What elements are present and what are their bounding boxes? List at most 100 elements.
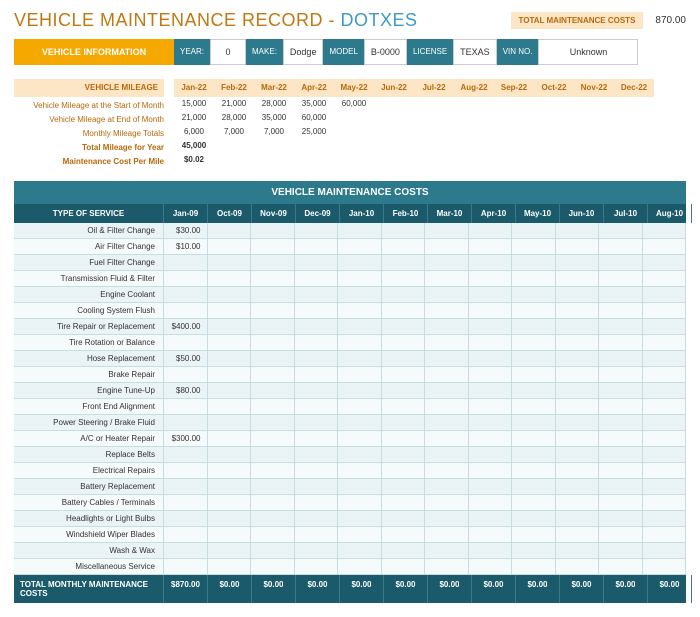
mileage-cell[interactable] [214, 153, 254, 167]
cost-cell[interactable] [425, 431, 469, 446]
cost-cell[interactable] [556, 303, 600, 318]
cost-cell[interactable] [164, 495, 208, 510]
cost-cell[interactable] [425, 335, 469, 350]
cost-cell[interactable] [382, 543, 426, 558]
cost-cell[interactable] [512, 351, 556, 366]
cost-cell[interactable] [208, 239, 252, 254]
mileage-cell[interactable] [454, 97, 494, 111]
mileage-cell[interactable] [534, 97, 574, 111]
cost-cell[interactable] [425, 351, 469, 366]
cost-cell[interactable] [208, 511, 252, 526]
cost-cell[interactable] [643, 559, 687, 574]
cost-cell[interactable] [208, 479, 252, 494]
cost-cell[interactable] [469, 383, 513, 398]
cost-cell[interactable] [295, 527, 339, 542]
cost-cell[interactable] [556, 239, 600, 254]
cost-cell[interactable] [425, 319, 469, 334]
cost-cell[interactable] [251, 479, 295, 494]
cost-cell[interactable] [643, 255, 687, 270]
cost-cell[interactable] [251, 271, 295, 286]
cost-cell[interactable] [164, 559, 208, 574]
cost-cell[interactable] [338, 319, 382, 334]
mileage-cell[interactable]: 21,000 [174, 111, 214, 125]
cost-cell[interactable] [599, 415, 643, 430]
cost-cell[interactable] [295, 351, 339, 366]
cost-cell[interactable] [251, 527, 295, 542]
cost-cell[interactable] [425, 559, 469, 574]
mileage-cell[interactable] [214, 139, 254, 153]
cost-cell[interactable] [208, 287, 252, 302]
cost-cell[interactable] [338, 255, 382, 270]
cost-cell[interactable] [469, 335, 513, 350]
cost-cell[interactable] [599, 431, 643, 446]
mileage-cell[interactable] [494, 111, 534, 125]
cost-cell[interactable] [556, 223, 600, 238]
cost-cell[interactable] [164, 255, 208, 270]
info-field-value[interactable]: Unknown [538, 39, 638, 65]
cost-cell[interactable]: $300.00 [164, 431, 208, 446]
mileage-cell[interactable] [334, 153, 374, 167]
cost-cell[interactable]: $30.00 [164, 223, 208, 238]
cost-cell[interactable] [295, 399, 339, 414]
cost-cell[interactable] [643, 367, 687, 382]
cost-cell[interactable] [643, 351, 687, 366]
cost-cell[interactable] [382, 319, 426, 334]
cost-cell[interactable] [164, 303, 208, 318]
cost-cell[interactable] [295, 495, 339, 510]
cost-cell[interactable] [295, 463, 339, 478]
cost-cell[interactable] [469, 271, 513, 286]
info-field-value[interactable]: Dodge [283, 39, 324, 65]
info-field-value[interactable]: 0 [210, 39, 246, 65]
cost-cell[interactable] [251, 431, 295, 446]
cost-cell[interactable] [251, 399, 295, 414]
cost-cell[interactable] [469, 559, 513, 574]
cost-cell[interactable] [251, 335, 295, 350]
cost-cell[interactable] [599, 303, 643, 318]
cost-cell[interactable] [295, 367, 339, 382]
cost-cell[interactable] [338, 495, 382, 510]
cost-cell[interactable] [338, 399, 382, 414]
cost-cell[interactable] [512, 367, 556, 382]
mileage-cell[interactable] [414, 111, 454, 125]
cost-cell[interactable] [469, 527, 513, 542]
cost-cell[interactable] [512, 383, 556, 398]
cost-cell[interactable] [512, 495, 556, 510]
cost-cell[interactable] [338, 351, 382, 366]
cost-cell[interactable] [599, 319, 643, 334]
cost-cell[interactable] [643, 431, 687, 446]
cost-cell[interactable] [643, 511, 687, 526]
cost-cell[interactable] [208, 527, 252, 542]
cost-cell[interactable] [338, 287, 382, 302]
cost-cell[interactable] [556, 463, 600, 478]
cost-cell[interactable] [643, 239, 687, 254]
cost-cell[interactable] [643, 319, 687, 334]
cost-cell[interactable] [512, 255, 556, 270]
cost-cell[interactable] [556, 367, 600, 382]
cost-cell[interactable] [512, 335, 556, 350]
cost-cell[interactable] [469, 543, 513, 558]
cost-cell[interactable] [643, 479, 687, 494]
cost-cell[interactable] [512, 303, 556, 318]
mileage-cell[interactable] [294, 153, 334, 167]
cost-cell[interactable] [295, 511, 339, 526]
cost-cell[interactable] [208, 415, 252, 430]
cost-cell[interactable] [251, 303, 295, 318]
cost-cell[interactable] [643, 287, 687, 302]
mileage-cell[interactable] [374, 111, 414, 125]
cost-cell[interactable] [469, 367, 513, 382]
cost-cell[interactable] [295, 271, 339, 286]
cost-cell[interactable] [164, 479, 208, 494]
cost-cell[interactable] [599, 463, 643, 478]
cost-cell[interactable] [338, 223, 382, 238]
cost-cell[interactable] [382, 495, 426, 510]
mileage-cell[interactable]: 60,000 [334, 97, 374, 111]
cost-cell[interactable] [556, 527, 600, 542]
mileage-cell[interactable]: 35,000 [294, 97, 334, 111]
cost-cell[interactable] [469, 255, 513, 270]
cost-cell[interactable] [599, 447, 643, 462]
cost-cell[interactable] [512, 399, 556, 414]
mileage-cell[interactable] [294, 139, 334, 153]
cost-cell[interactable] [208, 223, 252, 238]
cost-cell[interactable] [295, 447, 339, 462]
cost-cell[interactable] [599, 239, 643, 254]
